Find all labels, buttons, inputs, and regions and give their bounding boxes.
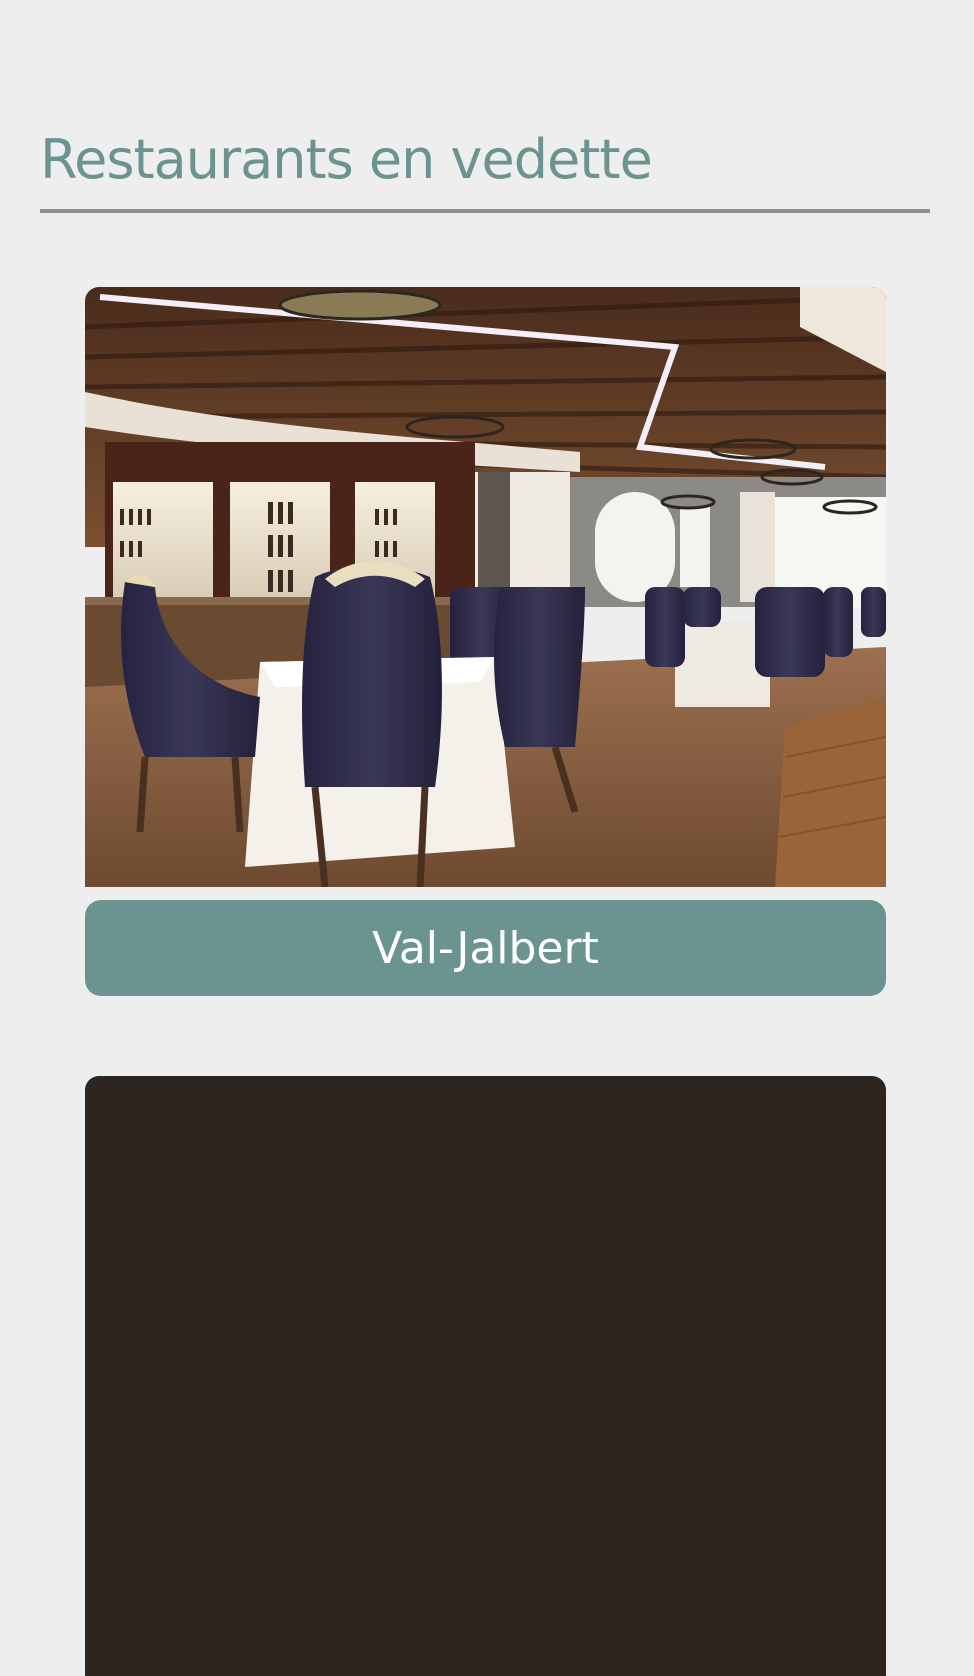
section-title: Restaurants en vedette: [40, 128, 653, 191]
restaurant-photo[interactable]: [85, 287, 886, 887]
restaurant-photo[interactable]: [85, 1076, 886, 1676]
restaurant-name-button[interactable]: Val-Jalbert: [85, 900, 886, 996]
restaurant-card[interactable]: Val-Jalbert: [85, 287, 886, 996]
title-divider: [40, 209, 930, 213]
restaurant-card[interactable]: [85, 1076, 886, 1676]
